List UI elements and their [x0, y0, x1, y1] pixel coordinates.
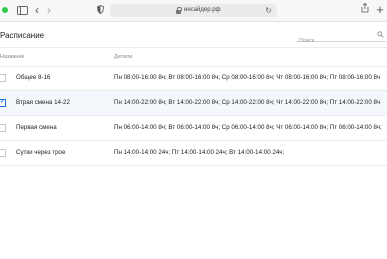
sidebar-toggle-icon[interactable]: [17, 3, 28, 17]
schedule-name: Сутки через трое: [16, 149, 66, 156]
row-checkbox[interactable]: ✓: [0, 99, 6, 107]
window-zoom-button[interactable]: [2, 7, 8, 13]
column-header-name[interactable]: Название: [0, 48, 25, 66]
new-tab-icon[interactable]: +: [375, 3, 385, 17]
table-row[interactable]: ✓ Втрая смена 14-22 Пн 14:00-22:00 8ч; В…: [0, 91, 387, 116]
url-text: инсайдер.рф: [184, 7, 221, 13]
table-row[interactable]: Первая смена Пн 06:00-14:00 8ч; Вт 06:00…: [0, 116, 387, 141]
search-box[interactable]: [296, 29, 386, 47]
search-input[interactable]: [296, 35, 374, 47]
table-row[interactable]: Сутки через трое Пн 14:00-14:00 24ч; Пт …: [0, 141, 387, 166]
schedule-name: Втрая смена 14-22: [16, 99, 70, 106]
lock-icon: [176, 7, 182, 14]
table-row[interactable]: Общее 8-16 Пн 08:00-16:00 8ч; Вт 08:00-1…: [0, 66, 387, 91]
row-checkbox[interactable]: [0, 74, 6, 82]
share-icon[interactable]: [360, 2, 370, 17]
search-icon[interactable]: [377, 31, 384, 38]
back-icon[interactable]: ‹: [33, 3, 41, 17]
page-title: Расписание: [0, 31, 45, 40]
schedule-name: Общее 8-16: [16, 74, 51, 81]
row-checkbox[interactable]: [0, 124, 6, 132]
schedule-details: Пн 06:00-14:00 8ч; Вт 06:00-14:00 8ч; Ср…: [114, 124, 382, 131]
schedule-details: Пн 08:00-16:00 8ч; Вт 08:00-16:00 8ч; Ср…: [114, 74, 381, 81]
column-header-details[interactable]: Детали: [114, 48, 132, 66]
browser-toolbar: ‹ › инсайдер.рф ↻ +: [0, 0, 387, 22]
forward-icon[interactable]: ›: [45, 3, 53, 17]
checkmark-icon: ✓: [0, 99, 6, 105]
address-bar[interactable]: инсайдер.рф ↻: [110, 4, 277, 17]
row-checkbox[interactable]: [0, 149, 6, 157]
privacy-shield-icon[interactable]: [97, 3, 105, 17]
reload-icon[interactable]: ↻: [265, 4, 272, 17]
schedule-details: Пн 14:00-22:00 8ч; Вт 14:00-22:00 8ч; Ср…: [114, 99, 381, 106]
schedule-name: Первая смена: [16, 124, 57, 131]
schedule-details: Пн 14:00-14:00 24ч; Пт 14:00-14:00 24ч; …: [114, 149, 285, 156]
table-header: Название Детали: [0, 47, 387, 67]
